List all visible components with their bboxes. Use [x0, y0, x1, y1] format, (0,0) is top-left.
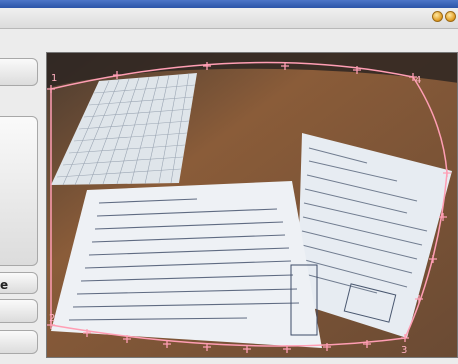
corner-label-4: 4: [415, 75, 421, 86]
panel-button-e-label: e: [0, 278, 9, 292]
corner-label-3: 3: [401, 345, 407, 356]
panel-button-bottom[interactable]: [0, 330, 38, 354]
title-bar-accent: [0, 0, 458, 8]
panel-button-middle[interactable]: [0, 299, 38, 323]
notes-sheet-left: [51, 181, 322, 348]
panel-button-top[interactable]: [0, 58, 38, 86]
panel-preview-box: [0, 116, 38, 266]
left-panel: e: [0, 46, 40, 358]
corner-label-2: 2: [49, 313, 55, 324]
minimize-icon[interactable]: [432, 11, 443, 22]
title-bar: [0, 0, 458, 29]
image-viewer[interactable]: 1 2 3 4: [46, 52, 458, 358]
panel-button-e[interactable]: e: [0, 272, 38, 294]
corner-label-1: 1: [51, 73, 57, 84]
photo-canvas: 1 2 3 4: [47, 53, 457, 357]
app-window: e 1 2 3 4: [0, 0, 458, 364]
close-icon[interactable]: [445, 11, 456, 22]
